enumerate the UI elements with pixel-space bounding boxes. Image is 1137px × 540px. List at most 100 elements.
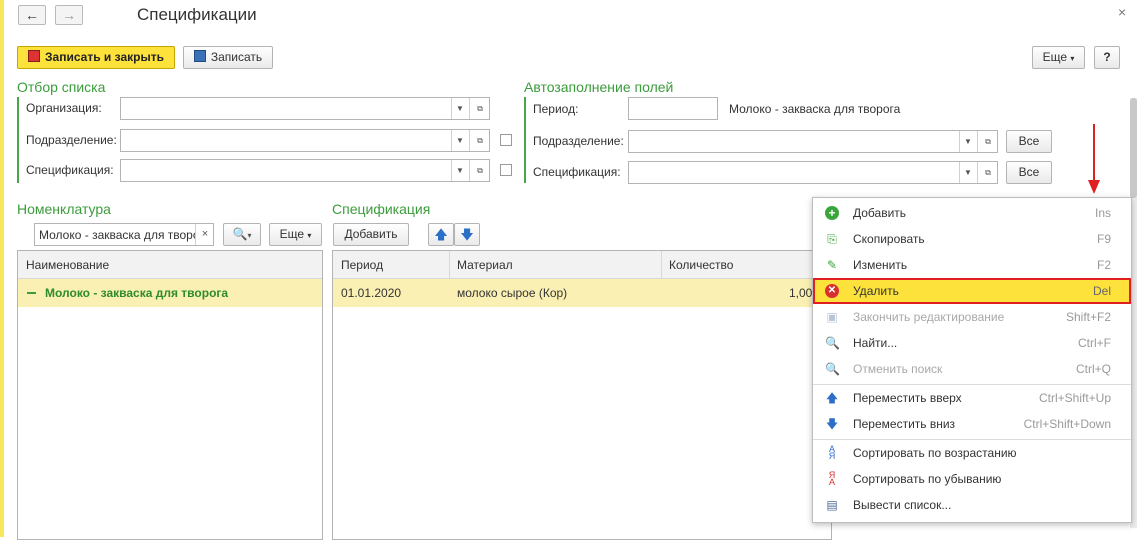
- column-material[interactable]: Материал: [457, 251, 513, 279]
- specification-header: Период Материал Количество: [333, 251, 831, 279]
- autofill-specification-field[interactable]: ▼ ⧉: [628, 161, 998, 184]
- sort-desc-icon: ЯА: [828, 470, 836, 487]
- menu-item-edit[interactable]: ✎ Изменить F2: [813, 252, 1131, 278]
- move-up-button[interactable]: 🡅: [428, 223, 454, 246]
- organization-field[interactable]: ▼ ⧉: [120, 97, 490, 120]
- clear-icon[interactable]: ×: [195, 224, 214, 245]
- autofill-department-field[interactable]: ▼ ⧉: [628, 130, 998, 153]
- save-and-close-label: Записать и закрыть: [45, 50, 164, 64]
- sort-asc-icon: АЯ: [828, 444, 836, 461]
- table-row[interactable]: Молоко - закваска для творога: [18, 279, 322, 307]
- menu-item-move-up[interactable]: 🡅 Переместить вверх Ctrl+Shift+Up: [813, 385, 1131, 411]
- menu-item-label: Закончить редактирование: [853, 310, 1005, 324]
- menu-item-shortcut: F2: [1096, 258, 1111, 272]
- add-button[interactable]: Добавить: [333, 223, 409, 246]
- autofill-specification-all-button[interactable]: Все: [1006, 161, 1052, 184]
- open-icon[interactable]: ⧉: [469, 160, 490, 181]
- dropdown-icon[interactable]: ▼: [451, 130, 468, 151]
- add-icon: +: [825, 206, 839, 220]
- menu-item-label: Удалить: [853, 284, 899, 298]
- autofill-product-text: Молоко - закваска для творога: [729, 102, 901, 116]
- left-accent-bar: [0, 0, 4, 537]
- menu-item-sort-desc[interactable]: ЯА Сортировать по убыванию: [813, 466, 1131, 492]
- column-period[interactable]: Период: [341, 251, 383, 279]
- menu-item-finish-editing[interactable]: ▣ Закончить редактирование Shift+F2: [813, 304, 1131, 330]
- nomenclature-search-input[interactable]: Молоко - закваска для творога ×: [34, 223, 214, 246]
- open-icon[interactable]: ⧉: [469, 130, 490, 151]
- copy-icon: ⎘: [827, 232, 837, 246]
- menu-item-shortcut: Ctrl+Shift+Up: [1038, 391, 1111, 405]
- nomenclature-column-name[interactable]: Наименование: [18, 251, 322, 279]
- save-button[interactable]: Записать: [183, 46, 273, 69]
- back-arrow-icon: ←: [25, 7, 39, 23]
- menu-item-label: Изменить: [853, 258, 908, 272]
- arrow-down-icon: 🡇: [825, 417, 839, 431]
- menu-item-shortcut: F9: [1096, 232, 1111, 246]
- menu-item-shortcut: Ins: [1094, 206, 1111, 220]
- autofill-specification-label: Спецификация:: [533, 165, 621, 179]
- menu-item-label: Переместить вверх: [853, 391, 962, 405]
- forward-arrow-icon: →: [62, 7, 76, 23]
- organization-label: Организация:: [26, 101, 102, 115]
- save-label: Записать: [210, 50, 263, 64]
- scrollbar-thumb[interactable]: [1130, 98, 1137, 198]
- delete-icon: ✕: [825, 284, 839, 298]
- menu-item-label: Добавить: [853, 206, 907, 220]
- department-label: Подразделение:: [26, 133, 117, 147]
- menu-item-output-list[interactable]: ▤ Вывести список...: [813, 492, 1131, 518]
- menu-item-find[interactable]: 🔍 Найти... Ctrl+F: [813, 330, 1131, 356]
- specification-field[interactable]: ▼ ⧉: [120, 159, 490, 182]
- nomenclature-name-cell: Молоко - закваска для творога: [45, 286, 229, 300]
- menu-item-move-down[interactable]: 🡇 Переместить вниз Ctrl+Shift+Down: [813, 411, 1131, 437]
- nomenclature-more-button[interactable]: Еще ▾: [269, 223, 322, 246]
- nomenclature-title: Номенклатура: [17, 201, 111, 217]
- forward-button[interactable]: →: [55, 5, 83, 25]
- help-button[interactable]: ?: [1094, 46, 1120, 69]
- menu-item-label: Вывести список...: [853, 498, 952, 512]
- arrow-down-icon: 🡇: [460, 227, 474, 242]
- open-icon[interactable]: ⧉: [977, 131, 998, 152]
- page-title: Спецификации: [137, 5, 257, 24]
- filter-group-title: Отбор списка: [17, 79, 106, 95]
- move-down-button[interactable]: 🡇: [454, 223, 480, 246]
- cancel-search-icon: 🔍: [825, 362, 840, 376]
- group-collapse-icon: [27, 292, 36, 294]
- back-button[interactable]: ←: [18, 5, 46, 25]
- dropdown-icon[interactable]: ▼: [959, 162, 976, 183]
- specification-label: Спецификация:: [26, 163, 114, 177]
- period-field[interactable]: [628, 97, 718, 120]
- dropdown-icon[interactable]: ▼: [451, 98, 468, 119]
- menu-item-delete[interactable]: ✕ Удалить Del: [813, 278, 1131, 304]
- department-field[interactable]: ▼ ⧉: [120, 129, 490, 152]
- menu-item-label: Отменить поиск: [853, 362, 943, 376]
- search-icon: 🔍: [232, 227, 248, 241]
- autofill-department-all-button[interactable]: Все: [1006, 130, 1052, 153]
- menu-item-label: Найти...: [853, 336, 898, 350]
- column-quantity[interactable]: Количество: [669, 251, 733, 279]
- filter-group-line: [17, 97, 19, 183]
- search-button[interactable]: 🔍▾: [223, 223, 261, 246]
- open-icon[interactable]: ⧉: [977, 162, 998, 183]
- menu-item-shortcut: Ctrl+Q: [1075, 362, 1111, 376]
- save-icon: ▣: [826, 310, 838, 324]
- specification-table: Период Материал Количество 01.01.2020 мо…: [332, 250, 832, 540]
- more-button[interactable]: Еще ▾: [1032, 46, 1085, 69]
- department-checkbox[interactable]: [500, 134, 512, 146]
- table-row[interactable]: 01.01.2020 молоко сырое (Кор) 1,000: [333, 279, 831, 307]
- dropdown-icon[interactable]: ▼: [451, 160, 468, 181]
- close-icon[interactable]: ×: [1118, 4, 1126, 20]
- nomenclature-more-label: Еще: [279, 227, 305, 241]
- open-icon[interactable]: ⧉: [469, 98, 490, 119]
- menu-item-cancel-search[interactable]: 🔍 Отменить поиск Ctrl+Q: [813, 356, 1131, 382]
- save-and-close-button[interactable]: Записать и закрыть: [17, 46, 175, 69]
- autofill-group-title: Автозаполнение полей: [524, 79, 674, 95]
- autofill-department-label: Подразделение:: [533, 134, 624, 148]
- menu-item-add[interactable]: + Добавить Ins: [813, 200, 1131, 226]
- specification-checkbox[interactable]: [500, 164, 512, 176]
- menu-item-copy[interactable]: ⎘ Скопировать F9: [813, 226, 1131, 252]
- dropdown-icon[interactable]: ▼: [959, 131, 976, 152]
- menu-item-shortcut: Del: [1092, 284, 1111, 298]
- more-label: Еще: [1042, 50, 1068, 64]
- menu-item-sort-asc[interactable]: АЯ Сортировать по возрастанию: [813, 440, 1131, 466]
- nomenclature-table: Наименование Молоко - закваска для творо…: [17, 250, 323, 540]
